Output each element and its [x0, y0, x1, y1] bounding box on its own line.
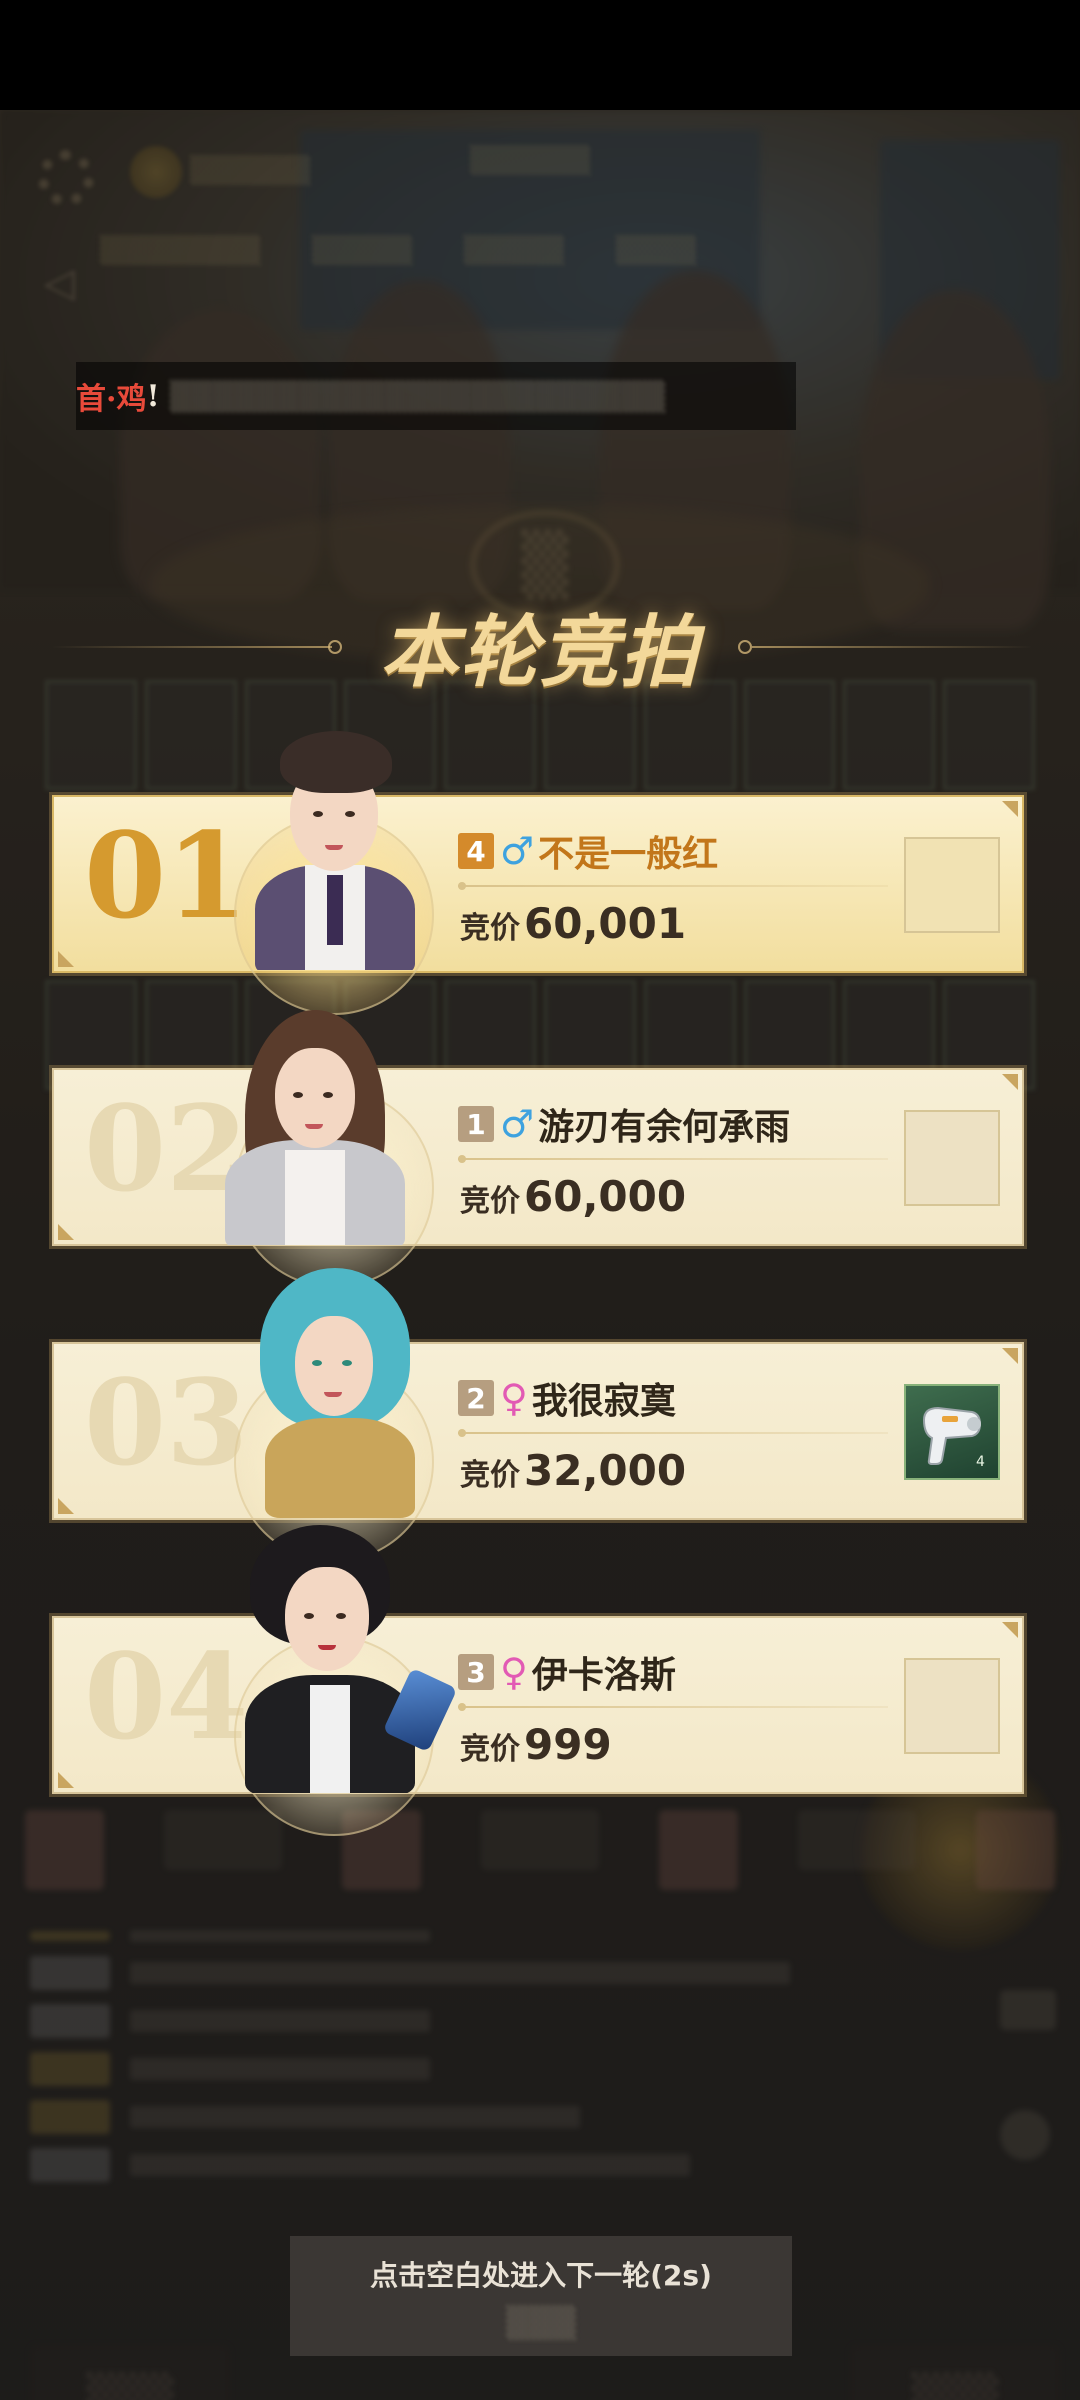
item-slot-empty [904, 1110, 1000, 1206]
rank-number: 01 [84, 806, 249, 945]
next-round-hint-text: 点击空白处进入下一轮(2s) [370, 2259, 712, 2292]
announcement-exclaim: ! [146, 378, 160, 414]
card-divider [458, 1703, 888, 1711]
item-slot[interactable]: 4 [904, 1384, 1000, 1480]
results-overlay[interactable] [0, 110, 1080, 2400]
title-divider-right [752, 646, 1032, 648]
bidder-card: 04 3 ♀ 伊卡洛斯 竞价 999 [52, 1616, 1024, 1836]
round-title: 本轮竞拍 [379, 607, 700, 698]
bid-amount: 999 [524, 1720, 612, 1769]
avatar [240, 1525, 470, 1793]
announcement-banner: 首·鸡 ! ▒▒▒▒▒▒▒▒▒▒▒▒▒▒▒▒▒▒▒▒▒▒▒ [76, 362, 796, 430]
male-icon: ♂ [500, 829, 535, 873]
avatar [195, 1000, 435, 1245]
item-slot-empty [904, 1658, 1000, 1754]
item-slot-empty [904, 837, 1000, 933]
status-bar [0, 0, 1080, 110]
svg-text:4: 4 [976, 1454, 985, 1470]
card-divider [458, 1429, 888, 1437]
announcement-prefix: 首·鸡 [76, 382, 147, 417]
title-ornament [738, 640, 752, 654]
hair-dryer-icon: 4 [922, 1406, 985, 1470]
title-divider-left [52, 646, 332, 648]
level-badge: 1 [458, 1106, 494, 1142]
bid-label: 竞价 [460, 1184, 520, 1219]
male-icon: ♂ [500, 1102, 535, 1146]
announcement-text-blurred: ▒▒▒▒▒▒▒▒▒▒▒▒▒▒▒▒▒▒▒▒▒▒▒ [169, 379, 665, 413]
card-divider [458, 1155, 888, 1163]
avatar [240, 1268, 430, 1518]
female-icon: ♀ [500, 1376, 528, 1420]
female-icon: ♀ [500, 1650, 528, 1694]
bidder-name: 游刃有余何承雨 [538, 1107, 791, 1148]
card-divider [458, 882, 888, 890]
bid-amount: 32,000 [524, 1446, 687, 1495]
level-badge: 2 [458, 1380, 494, 1416]
bid-amount: 60,001 [524, 899, 687, 948]
rank-number: 04 [84, 1627, 249, 1766]
bidder-card: 03 2 ♀ 我很寂寞 竞价 32,000 4 [52, 1342, 1024, 1562]
level-badge: 4 [458, 833, 494, 869]
bidder-name: 不是一般红 [538, 834, 719, 875]
bidder-name: 伊卡洛斯 [531, 1655, 676, 1696]
bid-amount: 60,000 [524, 1172, 687, 1221]
hint-sub-blurred: ▒▒▒ [506, 2306, 576, 2341]
bid-label: 竞价 [460, 911, 520, 946]
bidder-name: 我很寂寞 [531, 1381, 676, 1422]
avatar [235, 725, 435, 970]
bidder-card: 01 4 ♂ 不是一般红 竞价 60,001 [52, 795, 1024, 1015]
rank-number: 03 [84, 1353, 249, 1492]
bid-label: 竞价 [460, 1458, 520, 1493]
